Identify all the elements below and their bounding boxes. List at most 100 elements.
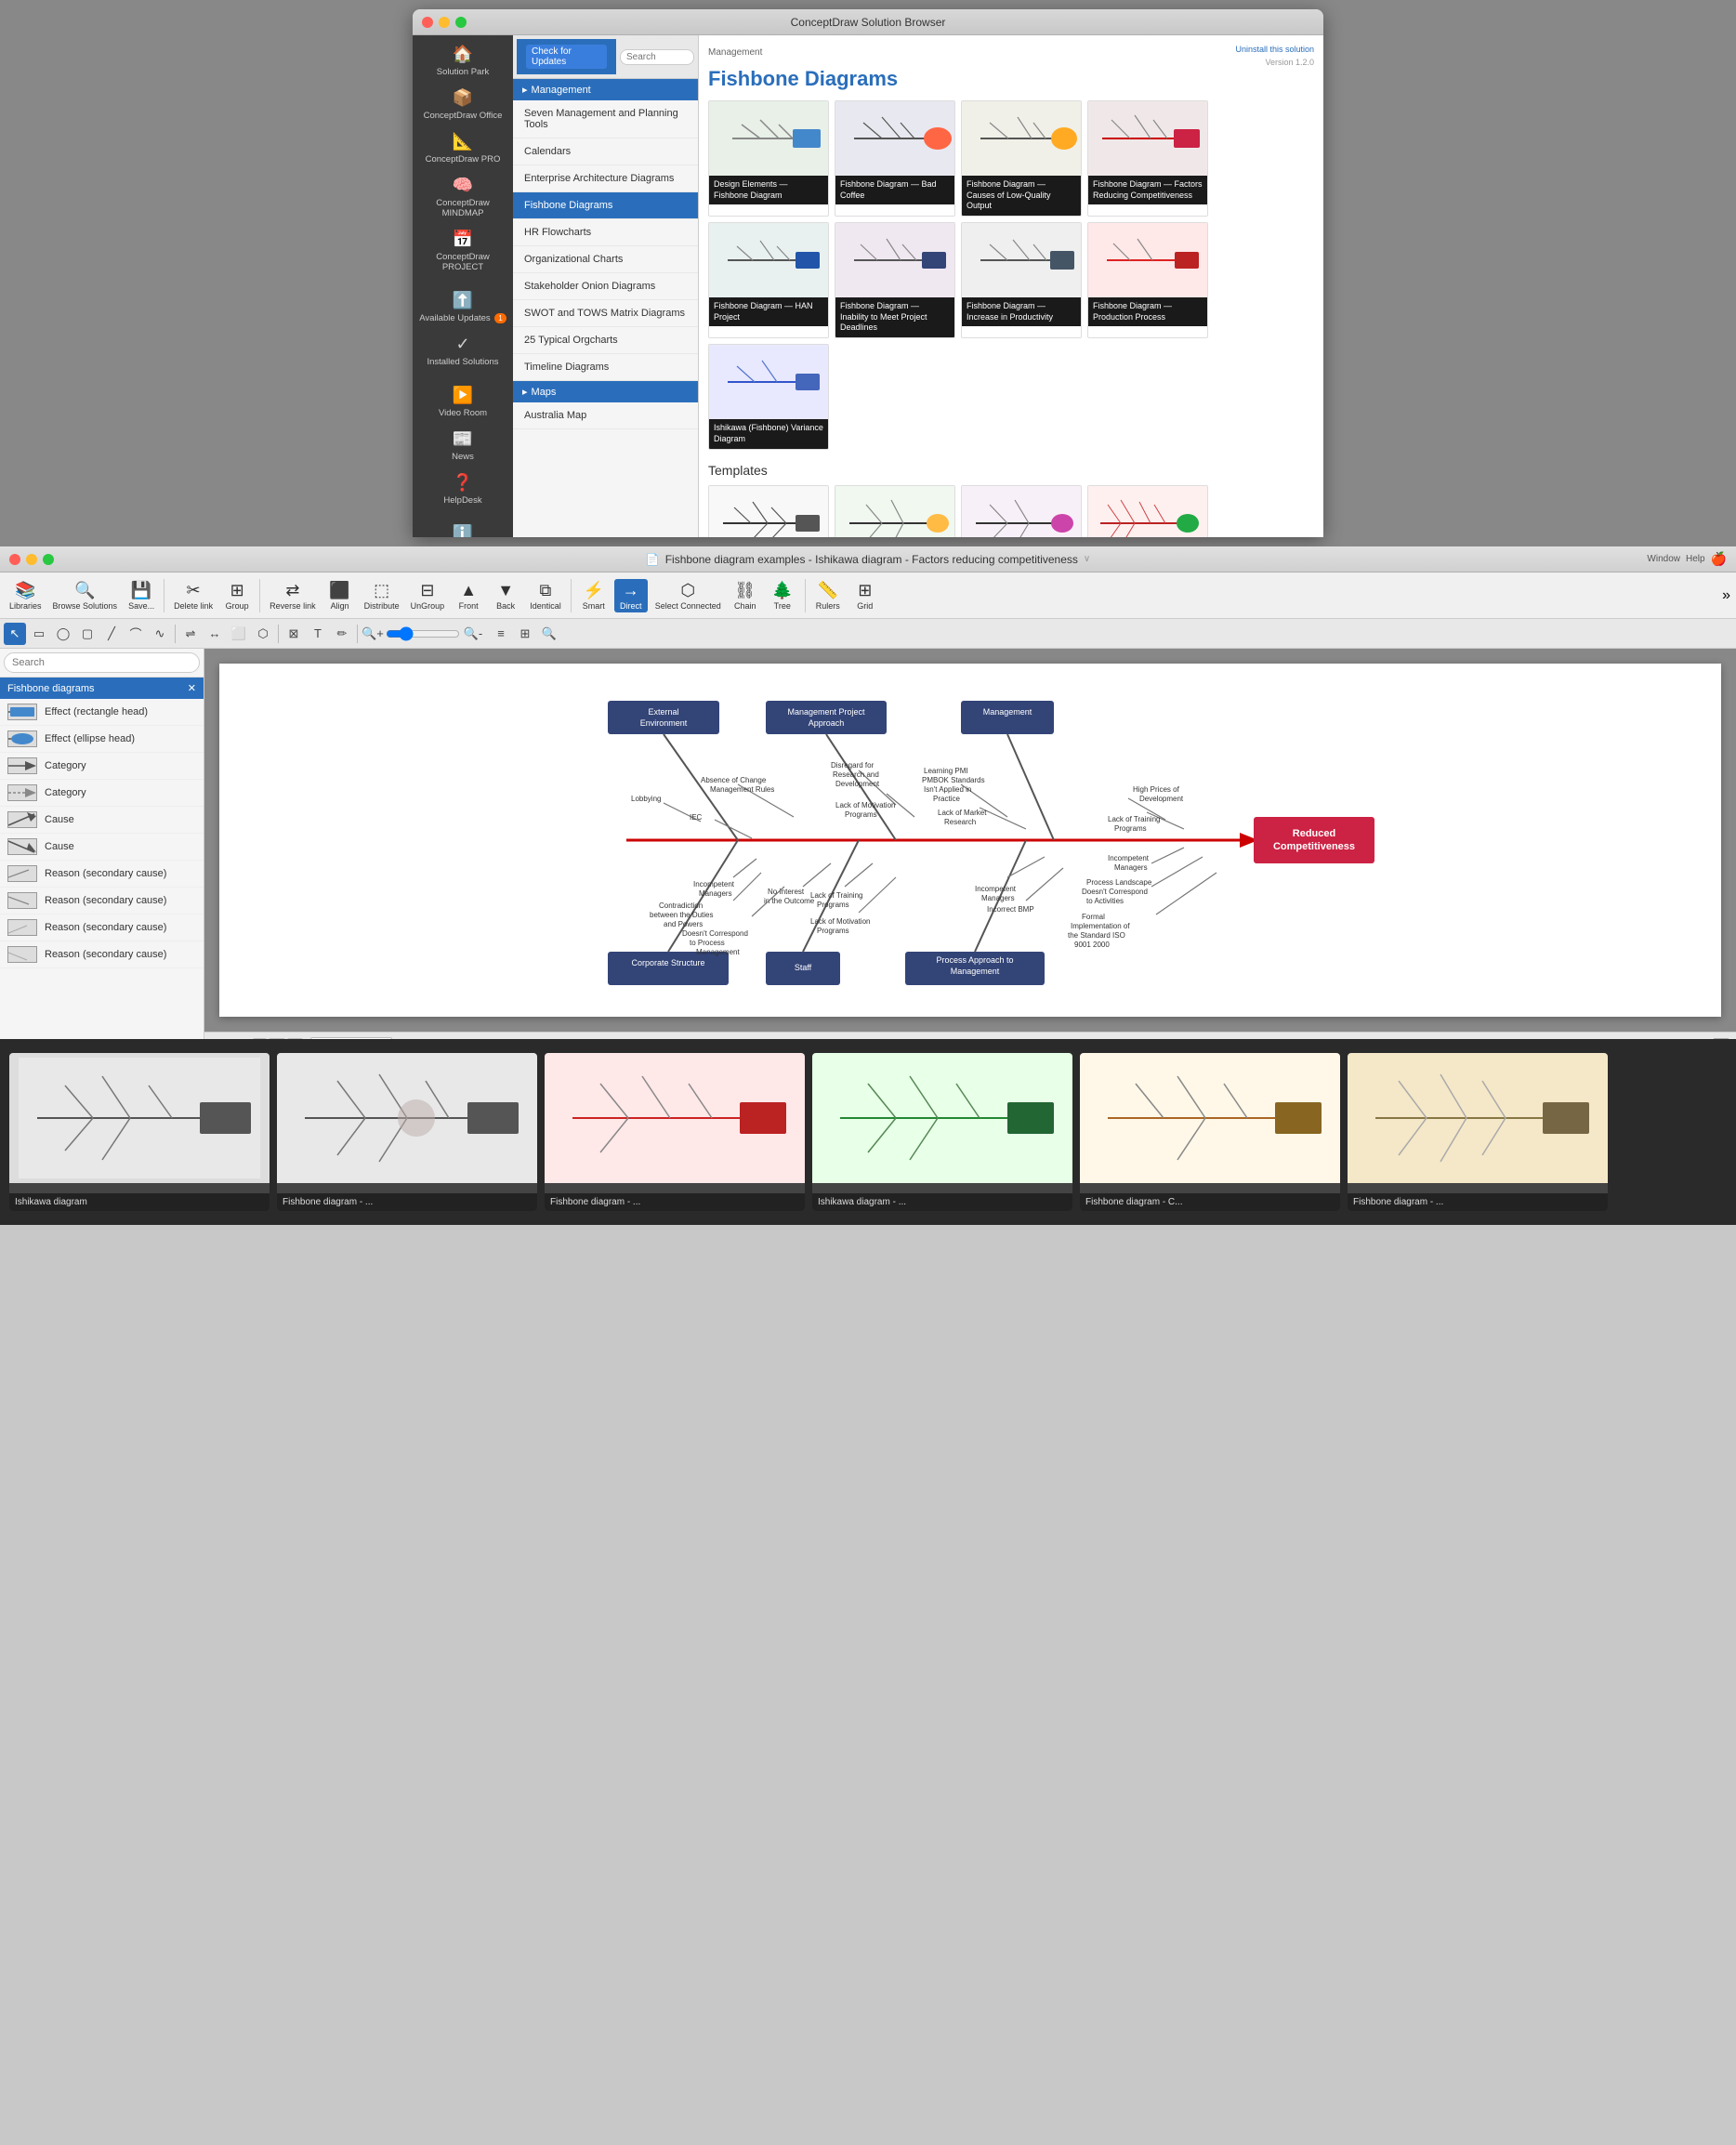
- shape-reason-2[interactable]: Reason (secondary cause): [0, 888, 204, 915]
- front-btn[interactable]: ▲ Front: [452, 579, 485, 612]
- editor-maximize-btn[interactable]: [43, 554, 54, 565]
- bottom-thumb-ishikawa-2[interactable]: Ishikawa diagram - ...: [812, 1053, 1072, 1211]
- view-icon-2[interactable]: [416, 1039, 431, 1040]
- thumb-ishikawa-variance[interactable]: Ishikawa (Fishbone) Variance Diagram: [708, 344, 829, 449]
- shape-cause-1[interactable]: Cause: [0, 807, 204, 834]
- more-tools-btn[interactable]: »: [1722, 587, 1730, 604]
- thumb-productivity[interactable]: Fishbone Diagram — Increase in Productiv…: [961, 222, 1082, 338]
- template-fishbone-4-5s-2[interactable]: Fishbone 4 5s: [961, 485, 1082, 538]
- zoom-slider[interactable]: [386, 626, 460, 641]
- shape-effect-ellipse[interactable]: Effect (ellipse head): [0, 726, 204, 753]
- template-fishbone[interactable]: Fishbone: [708, 485, 829, 538]
- menu-fishbone[interactable]: Fishbone Diagrams: [513, 192, 698, 219]
- smart-btn[interactable]: ⚡ Smart: [577, 579, 611, 612]
- template-fishbone-8ps-1[interactable]: Fishbone 8 Ps: [1087, 485, 1208, 538]
- editor-minimize-btn[interactable]: [26, 554, 37, 565]
- identical-btn[interactable]: ⧉ Identical: [526, 579, 565, 612]
- shapes-search-input[interactable]: [4, 652, 200, 673]
- thumb-bad-coffee[interactable]: Fishbone Diagram — Bad Coffee: [835, 100, 955, 217]
- thumb-deadlines[interactable]: Fishbone Diagram — Inability to Meet Pro…: [835, 222, 955, 338]
- reverse-link-btn[interactable]: ⇄ Reverse link: [266, 579, 320, 612]
- prev-btn[interactable]: ◀: [269, 1038, 285, 1039]
- thumb-design-elements[interactable]: Design Elements — Fishbone Diagram: [708, 100, 829, 217]
- sidebar-item-project[interactable]: 📅 ConceptDraw PROJECT: [413, 224, 513, 278]
- libraries-btn[interactable]: 📚 Libraries: [6, 579, 46, 612]
- pause-btn[interactable]: ⏸: [253, 1038, 267, 1039]
- container-tool[interactable]: ⬜: [228, 623, 250, 645]
- maximize-button[interactable]: [455, 17, 467, 28]
- thumb-han[interactable]: Fishbone Diagram — HAN Project: [708, 222, 829, 338]
- template-fishbone-4-5s-1[interactable]: Fishbone 4 5s: [835, 485, 955, 538]
- chain-btn[interactable]: ⛓ Chain: [729, 579, 762, 612]
- pen-tool[interactable]: ✏: [331, 623, 353, 645]
- bottom-thumb-fishbone-1[interactable]: Fishbone diagram - ...: [277, 1053, 537, 1211]
- shape-effect-rect[interactable]: Effect (rectangle head): [0, 699, 204, 726]
- menu-australia[interactable]: Australia Map: [513, 402, 698, 429]
- view-icon-3[interactable]: [433, 1039, 448, 1040]
- sidebar-item-about[interactable]: ℹ️ About: [413, 519, 513, 537]
- direct-btn[interactable]: → Direct: [614, 579, 648, 612]
- fullscreen-btn[interactable]: ⤢: [1714, 1038, 1729, 1040]
- shape-reason-1[interactable]: Reason (secondary cause): [0, 861, 204, 888]
- menu-25orgcharts[interactable]: 25 Typical Orgcharts: [513, 327, 698, 354]
- sidebar-item-mindmap[interactable]: 🧠 ConceptDraw MINDMAP: [413, 170, 513, 224]
- tree-btn[interactable]: 🌲 Tree: [766, 579, 799, 612]
- sidebar-item-installed[interactable]: ✓ Installed Solutions: [413, 329, 513, 373]
- shape-reason-3[interactable]: Reason (secondary cause): [0, 915, 204, 941]
- menu-swot[interactable]: SWOT and TOWS Matrix Diagrams: [513, 300, 698, 327]
- distribute-btn[interactable]: ⬚ Distribute: [361, 579, 403, 612]
- view-icon-5[interactable]: [467, 1039, 481, 1040]
- minimize-button[interactable]: [439, 17, 450, 28]
- sidebar-item-pro[interactable]: 📐 ConceptDraw PRO: [413, 126, 513, 170]
- save-btn[interactable]: 💾 Save...: [125, 579, 158, 612]
- menu-hr[interactable]: HR Flowcharts: [513, 219, 698, 246]
- next-btn[interactable]: ▶: [287, 1038, 304, 1039]
- sidebar-item-help[interactable]: ❓ HelpDesk: [413, 467, 513, 511]
- crop-tool[interactable]: ⊠: [283, 623, 305, 645]
- list-view-btn[interactable]: ≡: [490, 623, 512, 645]
- line-tool[interactable]: ╱: [100, 623, 123, 645]
- sidebar-item-news[interactable]: 📰 News: [413, 424, 513, 467]
- arc-tool[interactable]: ⌒: [125, 623, 147, 645]
- editor-close-btn[interactable]: [9, 554, 20, 565]
- select-connected-btn[interactable]: ⬡ Select Connected: [651, 579, 725, 612]
- menu-timeline[interactable]: Timeline Diagrams: [513, 354, 698, 381]
- rounded-rect-tool[interactable]: ▢: [76, 623, 99, 645]
- bottom-thumb-fishbone-2[interactable]: Fishbone diagram - ...: [545, 1053, 805, 1211]
- zoom-out-btn[interactable]: 🔍-: [462, 623, 484, 645]
- bottom-thumb-ishikawa[interactable]: Ishikawa diagram: [9, 1053, 270, 1211]
- back-btn[interactable]: ▼ Back: [489, 579, 522, 612]
- ellipse-tool[interactable]: ◯: [52, 623, 74, 645]
- view-icon-1[interactable]: [400, 1039, 414, 1040]
- grid-view-btn[interactable]: ⊞: [514, 623, 536, 645]
- uninstall-link[interactable]: Uninstall this solution: [1235, 45, 1314, 54]
- grid-btn[interactable]: ⊞ Grid: [848, 579, 882, 612]
- flowchart-tool[interactable]: ⬡: [252, 623, 274, 645]
- menu-seven-management[interactable]: Seven Management and Planning Tools: [513, 100, 698, 138]
- rect-tool[interactable]: ▭: [28, 623, 50, 645]
- menu-enterprise[interactable]: Enterprise Architecture Diagrams: [513, 165, 698, 192]
- browse-solutions-btn[interactable]: 🔍 Browse Solutions: [49, 579, 122, 612]
- shape-cause-2[interactable]: Cause: [0, 834, 204, 861]
- bottom-thumb-fishbone-last[interactable]: Fishbone diagram - ...: [1348, 1053, 1608, 1211]
- bezier-tool[interactable]: ∿: [149, 623, 171, 645]
- shape-reason-4[interactable]: Reason (secondary cause): [0, 941, 204, 968]
- zoom-selector[interactable]: Custom 53% 25% 50% 75% 100% 150% 200%: [310, 1037, 392, 1039]
- management-check-updates[interactable]: Check for Updates: [526, 45, 607, 69]
- shape-category-2[interactable]: Category: [0, 780, 204, 807]
- smart-connect-tool[interactable]: ↔: [204, 623, 226, 645]
- close-button[interactable]: [422, 17, 433, 28]
- shapes-category-close[interactable]: ✕: [188, 682, 196, 694]
- sidebar-item-video[interactable]: ▶️ Video Room: [413, 380, 513, 424]
- rulers-btn[interactable]: 📏 Rulers: [811, 579, 845, 612]
- select-tool[interactable]: ↖: [4, 623, 26, 645]
- menu-calendars[interactable]: Calendars: [513, 138, 698, 165]
- view-icon-4[interactable]: [450, 1039, 465, 1040]
- thumb-low-quality[interactable]: Fishbone Diagram — Causes of Low-Quality…: [961, 100, 1082, 217]
- menu-stakeholder[interactable]: Stakeholder Onion Diagrams: [513, 273, 698, 300]
- sidebar-item-solution-park[interactable]: 🏠 Solution Park: [413, 39, 513, 83]
- group-btn[interactable]: ⊞ Group: [220, 579, 254, 612]
- browser-search-input[interactable]: [620, 49, 694, 65]
- align-btn[interactable]: ⬛ Align: [323, 579, 357, 612]
- connect-tool[interactable]: ⇌: [179, 623, 202, 645]
